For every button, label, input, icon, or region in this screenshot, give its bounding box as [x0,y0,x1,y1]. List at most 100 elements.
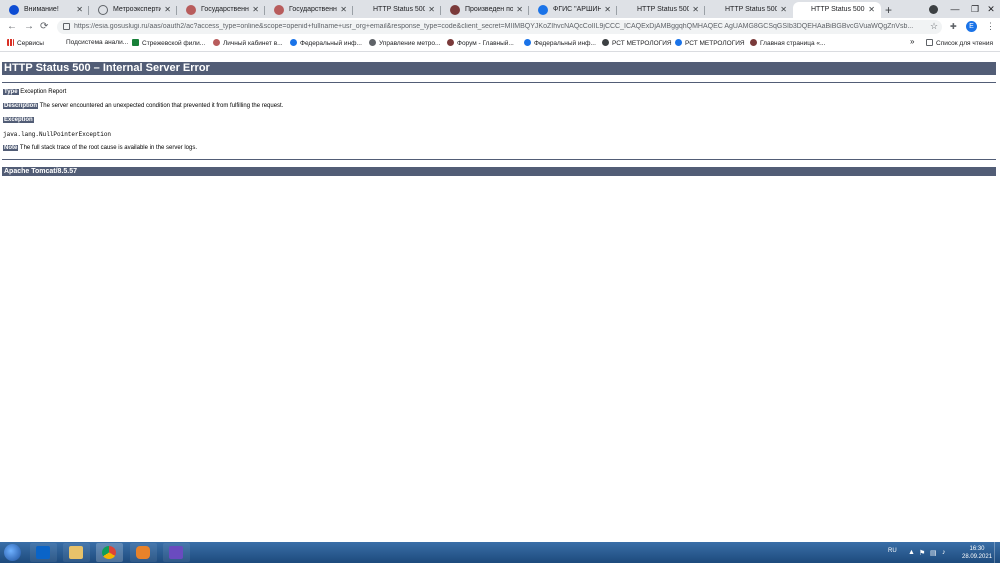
exception-label: Exception [3,117,34,123]
arshin-icon [538,5,548,15]
close-icon[interactable]: ✕ [692,5,699,14]
tab-9[interactable]: HTTP Status 500 – I ✕ [705,2,793,18]
reload-icon[interactable]: ⟳ [40,21,48,32]
forum-icon [750,39,757,46]
reading-list-icon [926,39,933,46]
back-arrow-icon[interactable]: ← [7,21,17,32]
minimize-icon[interactable]: — [944,0,966,18]
tab-label: HTTP Status 500 – I [811,6,865,13]
app-purple-icon [169,546,183,559]
tab-1[interactable]: Внимание! ✕ [0,2,89,18]
volume-icon[interactable]: ♪ [942,549,946,556]
tab-5[interactable]: HTTP Status 500 – I ✕ [353,2,441,18]
tray-expand-icon[interactable]: ▲ [908,549,915,556]
tab-2[interactable]: Метроэкспертиза ✕ [89,2,177,18]
tab-label: Государственны [289,6,337,13]
forward-arrow-icon[interactable]: → [24,21,34,32]
folder-icon [69,546,83,559]
tab-4[interactable]: Государственны ✕ [265,2,353,18]
kebab-menu-icon[interactable]: ⋮ [986,21,995,32]
window-close-icon[interactable]: ✕ [980,0,1000,18]
forum-icon [450,5,460,15]
note-row: Note The full stack trace of the root ca… [3,145,197,151]
tab-strip: Внимание! ✕ Метроэкспертиза ✕ Государств… [0,0,1000,18]
reading-list[interactable]: Список для чтения [926,39,993,47]
system-clock[interactable]: 16:30 28.09.2021 [962,545,992,561]
divider [2,82,996,83]
arshin-icon [675,39,682,46]
bookmark-5[interactable]: Федеральный инф... [290,39,362,47]
clock-time: 16:30 [969,546,985,552]
browser-toolbar: ← → ⟳ https://esia.gosuslugi.ru/aas/oaut… [0,18,1000,36]
tab-label: HTTP Status 500 – I [637,6,689,13]
bookmark-6[interactable]: Управление метро... [369,39,440,47]
tab-label: Метроэкспертиза [113,6,161,13]
taskbar-app-orange[interactable] [130,543,157,562]
tab-label: Внимание! [24,6,59,13]
bookmark-9[interactable]: РСТ МЕТРОЛОГИЯ [602,39,672,47]
bookmark-8[interactable]: Федеральный инф... [524,39,596,47]
bookmark-star-icon[interactable]: ☆ [930,21,938,32]
bookmark-4[interactable]: Личный кабинет в... [213,39,283,47]
bookmark-11[interactable]: Главная страница «... [750,39,825,47]
gosuslugi-icon [9,5,19,15]
bookmark-3[interactable]: Стрежевской фили... [132,39,205,47]
network-icon[interactable]: ▤ [930,549,937,557]
close-icon[interactable]: ✕ [164,5,171,14]
tab-label: ФГИС "АРШИН" - С [553,6,601,13]
start-button-icon[interactable] [4,544,21,561]
description-value: The server encountered an unexpected con… [39,103,284,109]
page-title: HTTP Status 500 – Internal Server Error [2,62,996,75]
close-icon[interactable]: ✕ [76,5,83,14]
profile-menu-icon[interactable] [922,0,944,18]
apps-icon [7,39,14,46]
tab-label: HTTP Status 500 – I [373,6,425,13]
tab-8[interactable]: HTTP Status 500 – I ✕ [617,2,705,18]
description-row: Description The server encountered an un… [3,103,283,109]
close-icon[interactable]: ✕ [428,5,435,14]
type-row: Type Exception Report [3,89,66,95]
page-content: HTTP Status 500 – Internal Server Error … [0,52,1000,542]
address-bar[interactable]: https://esia.gosuslugi.ru/aas/oauth2/ac?… [57,20,942,34]
taskbar-outlook[interactable] [30,543,57,562]
close-icon[interactable]: ✕ [340,5,347,14]
taskbar-chrome[interactable] [96,543,123,562]
rst-icon [602,39,609,46]
bookmark-2[interactable]: Подсистема анали... [66,39,128,46]
bookmarks-bar: Сервисы Подсистема анали... Стрежевской … [0,36,1000,52]
bookmark-apps[interactable]: Сервисы [7,39,44,47]
language-indicator[interactable]: RU [888,548,897,554]
tab-7[interactable]: ФГИС "АРШИН" - С ✕ [529,2,617,18]
close-icon[interactable]: ✕ [516,5,523,14]
tab-10-active[interactable]: HTTP Status 500 – I ✕ [793,2,881,18]
extensions-puzzle-icon[interactable]: ✚ [950,22,957,31]
url-text[interactable]: https://esia.gosuslugi.ru/aas/oauth2/ac?… [74,23,929,30]
close-icon[interactable]: ✕ [252,5,259,14]
tab-label: Произведен поиск [465,6,513,13]
exception-row: Exception [3,117,34,123]
bookmarks-overflow-chevron-icon[interactable]: » [910,37,914,46]
type-value: Exception Report [20,89,67,95]
gov-icon [274,5,284,15]
show-desktop-button[interactable] [994,542,1000,563]
new-tab-plus-icon[interactable]: + [885,3,892,17]
divider [2,159,996,160]
windows-taskbar: RU ▲ ⚑ ▤ ♪ 16:30 28.09.2021 [0,542,1000,563]
tab-6[interactable]: Произведен поиск ✕ [441,2,529,18]
tab-label: Государственны [201,6,249,13]
taskbar-app-purple[interactable] [163,543,190,562]
type-label: Type [3,89,19,95]
tab-3[interactable]: Государственны ✕ [177,2,265,18]
close-icon[interactable]: ✕ [868,5,875,14]
description-label: Description [3,103,39,109]
gov-icon [213,39,220,46]
profile-avatar[interactable]: E [966,21,977,32]
bookmark-7[interactable]: Форум - Главный... [447,39,514,47]
bookmark-10[interactable]: РСТ МЕТРОЛОГИЯ [675,39,745,47]
taskbar-explorer[interactable] [63,543,90,562]
flag-icon[interactable]: ⚑ [919,549,925,557]
tab-label: HTTP Status 500 – I [725,6,777,13]
close-icon[interactable]: ✕ [780,5,787,14]
exception-value: java.lang.NullPointerException [3,131,112,138]
close-icon[interactable]: ✕ [604,5,611,14]
